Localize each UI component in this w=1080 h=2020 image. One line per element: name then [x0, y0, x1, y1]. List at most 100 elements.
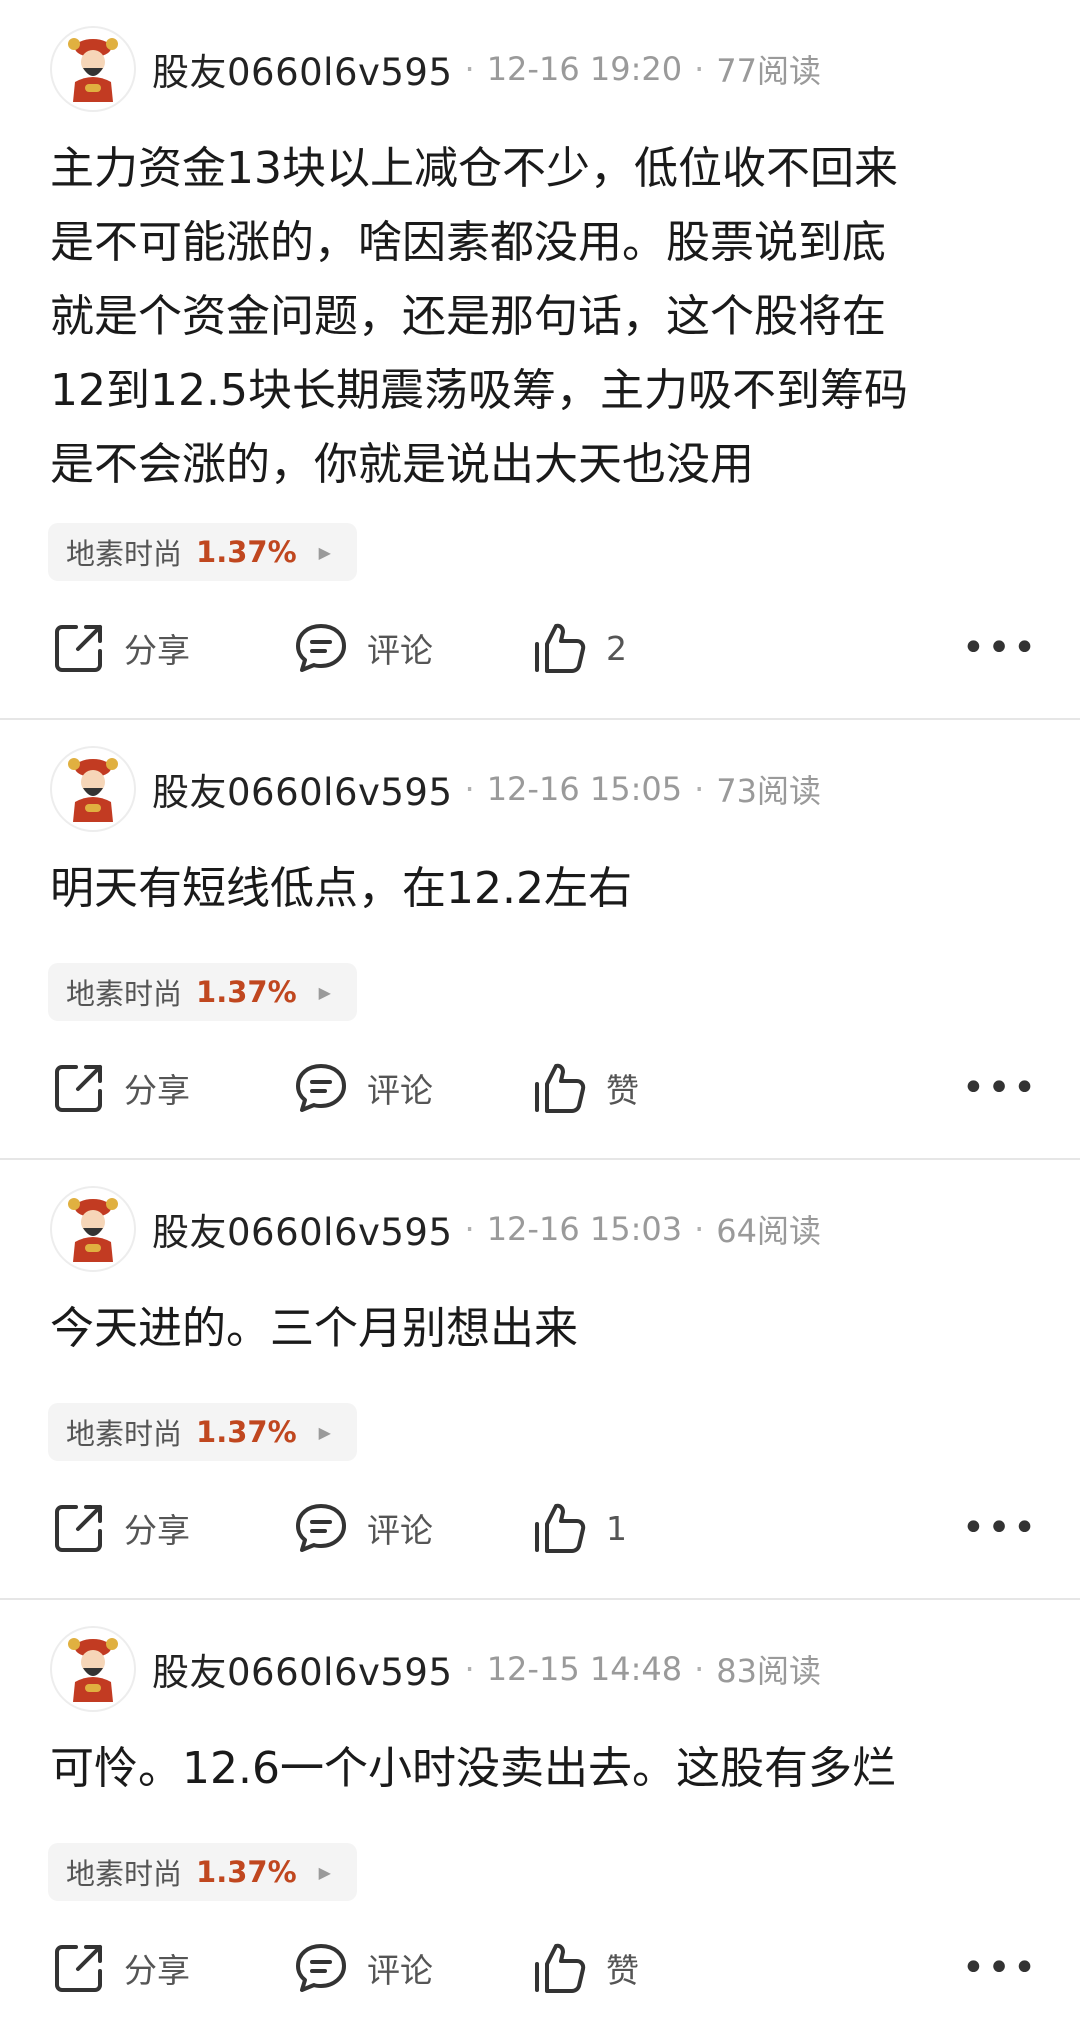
username[interactable]: 股友0660l6v595 [152, 762, 453, 816]
share-label: 分享 [124, 1071, 190, 1110]
like-count: 2 [606, 628, 627, 668]
post-content[interactable]: 主力资金13块以上减仓不少，低位收不回来 是不可能涨的，啥因素都没用。股票说到底… [50, 132, 1040, 502]
caishen-avatar-icon[interactable] [50, 1626, 136, 1712]
like-button[interactable]: 2 [532, 608, 627, 688]
content-line: 主力资金13块以上减仓不少，低位收不回来 [50, 143, 898, 194]
post-card[interactable]: 股友0660l6v595 · 12-16 15:05 · 73阅读 明天有短线低… [0, 720, 1080, 1160]
username[interactable]: 股友0660l6v595 [152, 1642, 453, 1696]
read-count: 73阅读 [716, 772, 821, 810]
more-icon: ••• [961, 625, 1039, 671]
post-feed: 股友0660l6v595 · 12-16 19:20 · 77阅读 主力资金13… [0, 0, 1080, 2020]
caishen-avatar-icon[interactable] [50, 26, 136, 112]
read-count: 77阅读 [716, 52, 821, 90]
share-label: 分享 [124, 1511, 190, 1550]
stock-change: 1.37% [196, 975, 297, 1009]
like-count: 1 [606, 1508, 627, 1548]
meta-separator: · [464, 770, 475, 808]
share-icon [52, 1501, 106, 1555]
content-line: 今天进的。三个月别想出来 [50, 1303, 578, 1354]
share-label: 分享 [124, 631, 190, 670]
meta-separator: · [464, 50, 475, 88]
post-header: 股友0660l6v595 · 12-16 15:05 · 73阅读 [50, 744, 821, 834]
stock-change: 1.37% [196, 1855, 297, 1889]
stock-change: 1.37% [196, 1415, 297, 1449]
like-button[interactable]: 1 [532, 1488, 627, 1568]
post-content[interactable]: 可怜。12.6一个小时没卖出去。这股有多烂 [50, 1732, 1040, 1806]
like-label: 赞 [606, 1071, 639, 1110]
more-icon: ••• [961, 1505, 1039, 1551]
like-label: 赞 [606, 1951, 639, 1990]
stock-tag[interactable]: 地素时尚 1.37% ▶ [48, 963, 357, 1021]
stock-name: 地素时尚 [66, 1857, 183, 1891]
comment-button[interactable]: 评论 [293, 1488, 433, 1568]
post-content[interactable]: 今天进的。三个月别想出来 [50, 1292, 1040, 1366]
share-icon [52, 1941, 106, 1995]
stock-change: 1.37% [196, 535, 297, 569]
post-header: 股友0660l6v595 · 12-15 14:48 · 83阅读 [50, 1624, 821, 1714]
comment-icon [293, 621, 349, 675]
post-date: 12-16 15:03 [486, 1210, 683, 1248]
comment-label: 评论 [367, 1511, 433, 1550]
read-count: 64阅读 [716, 1212, 821, 1250]
username[interactable]: 股友0660l6v595 [152, 1202, 453, 1256]
comment-label: 评论 [367, 631, 433, 670]
thumbs-up-icon [532, 1500, 588, 1556]
meta-separator: · [694, 50, 705, 88]
comment-label: 评论 [367, 1951, 433, 1990]
action-bar: 分享 评论 赞 ••• [0, 1048, 1080, 1128]
comment-button[interactable]: 评论 [293, 1928, 433, 2008]
post-date: 12-16 19:20 [486, 50, 683, 88]
share-icon [52, 1061, 106, 1115]
more-button[interactable]: ••• [962, 1928, 1037, 2008]
post-content[interactable]: 明天有短线低点，在12.2左右 [50, 852, 1040, 926]
meta-separator: · [694, 1210, 705, 1248]
thumbs-up-icon [532, 1940, 588, 1996]
share-button[interactable]: 分享 [52, 1048, 190, 1128]
meta-separator: · [694, 770, 705, 808]
meta-separator: · [694, 1650, 705, 1688]
more-icon: ••• [961, 1945, 1039, 1991]
caishen-avatar-icon[interactable] [50, 1186, 136, 1272]
content-line: 可怜。12.6一个小时没卖出去。这股有多烂 [50, 1743, 896, 1794]
meta-separator: · [464, 1210, 475, 1248]
post-date: 12-16 15:05 [486, 770, 683, 808]
share-button[interactable]: 分享 [52, 1928, 190, 2008]
stock-tag[interactable]: 地素时尚 1.37% ▶ [48, 1403, 357, 1461]
share-button[interactable]: 分享 [52, 608, 190, 688]
content-line: 就是个资金问题，还是那句话，这个股将在 [50, 291, 886, 342]
comment-label: 评论 [367, 1071, 433, 1110]
comment-icon [293, 1501, 349, 1555]
content-line: 是不会涨的，你就是说出大天也没用 [50, 439, 754, 490]
arrow-right-icon: ▶ [318, 542, 331, 562]
post-date: 12-15 14:48 [486, 1650, 683, 1688]
like-button[interactable]: 赞 [532, 1928, 639, 2008]
stock-name: 地素时尚 [66, 1417, 183, 1451]
caishen-avatar-icon[interactable] [50, 746, 136, 832]
arrow-right-icon: ▶ [318, 1862, 331, 1882]
comment-button[interactable]: 评论 [293, 608, 433, 688]
username[interactable]: 股友0660l6v595 [152, 42, 453, 96]
thumbs-up-icon [532, 1060, 588, 1116]
stock-tag[interactable]: 地素时尚 1.37% ▶ [48, 1843, 357, 1901]
comment-button[interactable]: 评论 [293, 1048, 433, 1128]
stock-tag[interactable]: 地素时尚 1.37% ▶ [48, 523, 357, 581]
share-label: 分享 [124, 1951, 190, 1990]
post-header: 股友0660l6v595 · 12-16 15:03 · 64阅读 [50, 1184, 821, 1274]
post-card[interactable]: 股友0660l6v595 · 12-16 19:20 · 77阅读 主力资金13… [0, 0, 1080, 720]
more-button[interactable]: ••• [962, 608, 1037, 688]
more-icon: ••• [961, 1065, 1039, 1111]
thumbs-up-icon [532, 620, 588, 676]
content-line: 12到12.5块长期震荡吸筹，主力吸不到筹码 [50, 365, 908, 416]
like-button[interactable]: 赞 [532, 1048, 639, 1128]
read-count: 83阅读 [716, 1652, 821, 1690]
post-card[interactable]: 股友0660l6v595 · 12-16 15:03 · 64阅读 今天进的。三… [0, 1160, 1080, 1600]
comment-icon [293, 1941, 349, 1995]
content-line: 是不可能涨的，啥因素都没用。股票说到底 [50, 217, 886, 268]
action-bar: 分享 评论 2 ••• [0, 608, 1080, 688]
more-button[interactable]: ••• [962, 1048, 1037, 1128]
share-icon [52, 621, 106, 675]
post-card[interactable]: 股友0660l6v595 · 12-15 14:48 · 83阅读 可怜。12.… [0, 1600, 1080, 2020]
more-button[interactable]: ••• [962, 1488, 1037, 1568]
action-bar: 分享 评论 赞 ••• [0, 1928, 1080, 2008]
share-button[interactable]: 分享 [52, 1488, 190, 1568]
